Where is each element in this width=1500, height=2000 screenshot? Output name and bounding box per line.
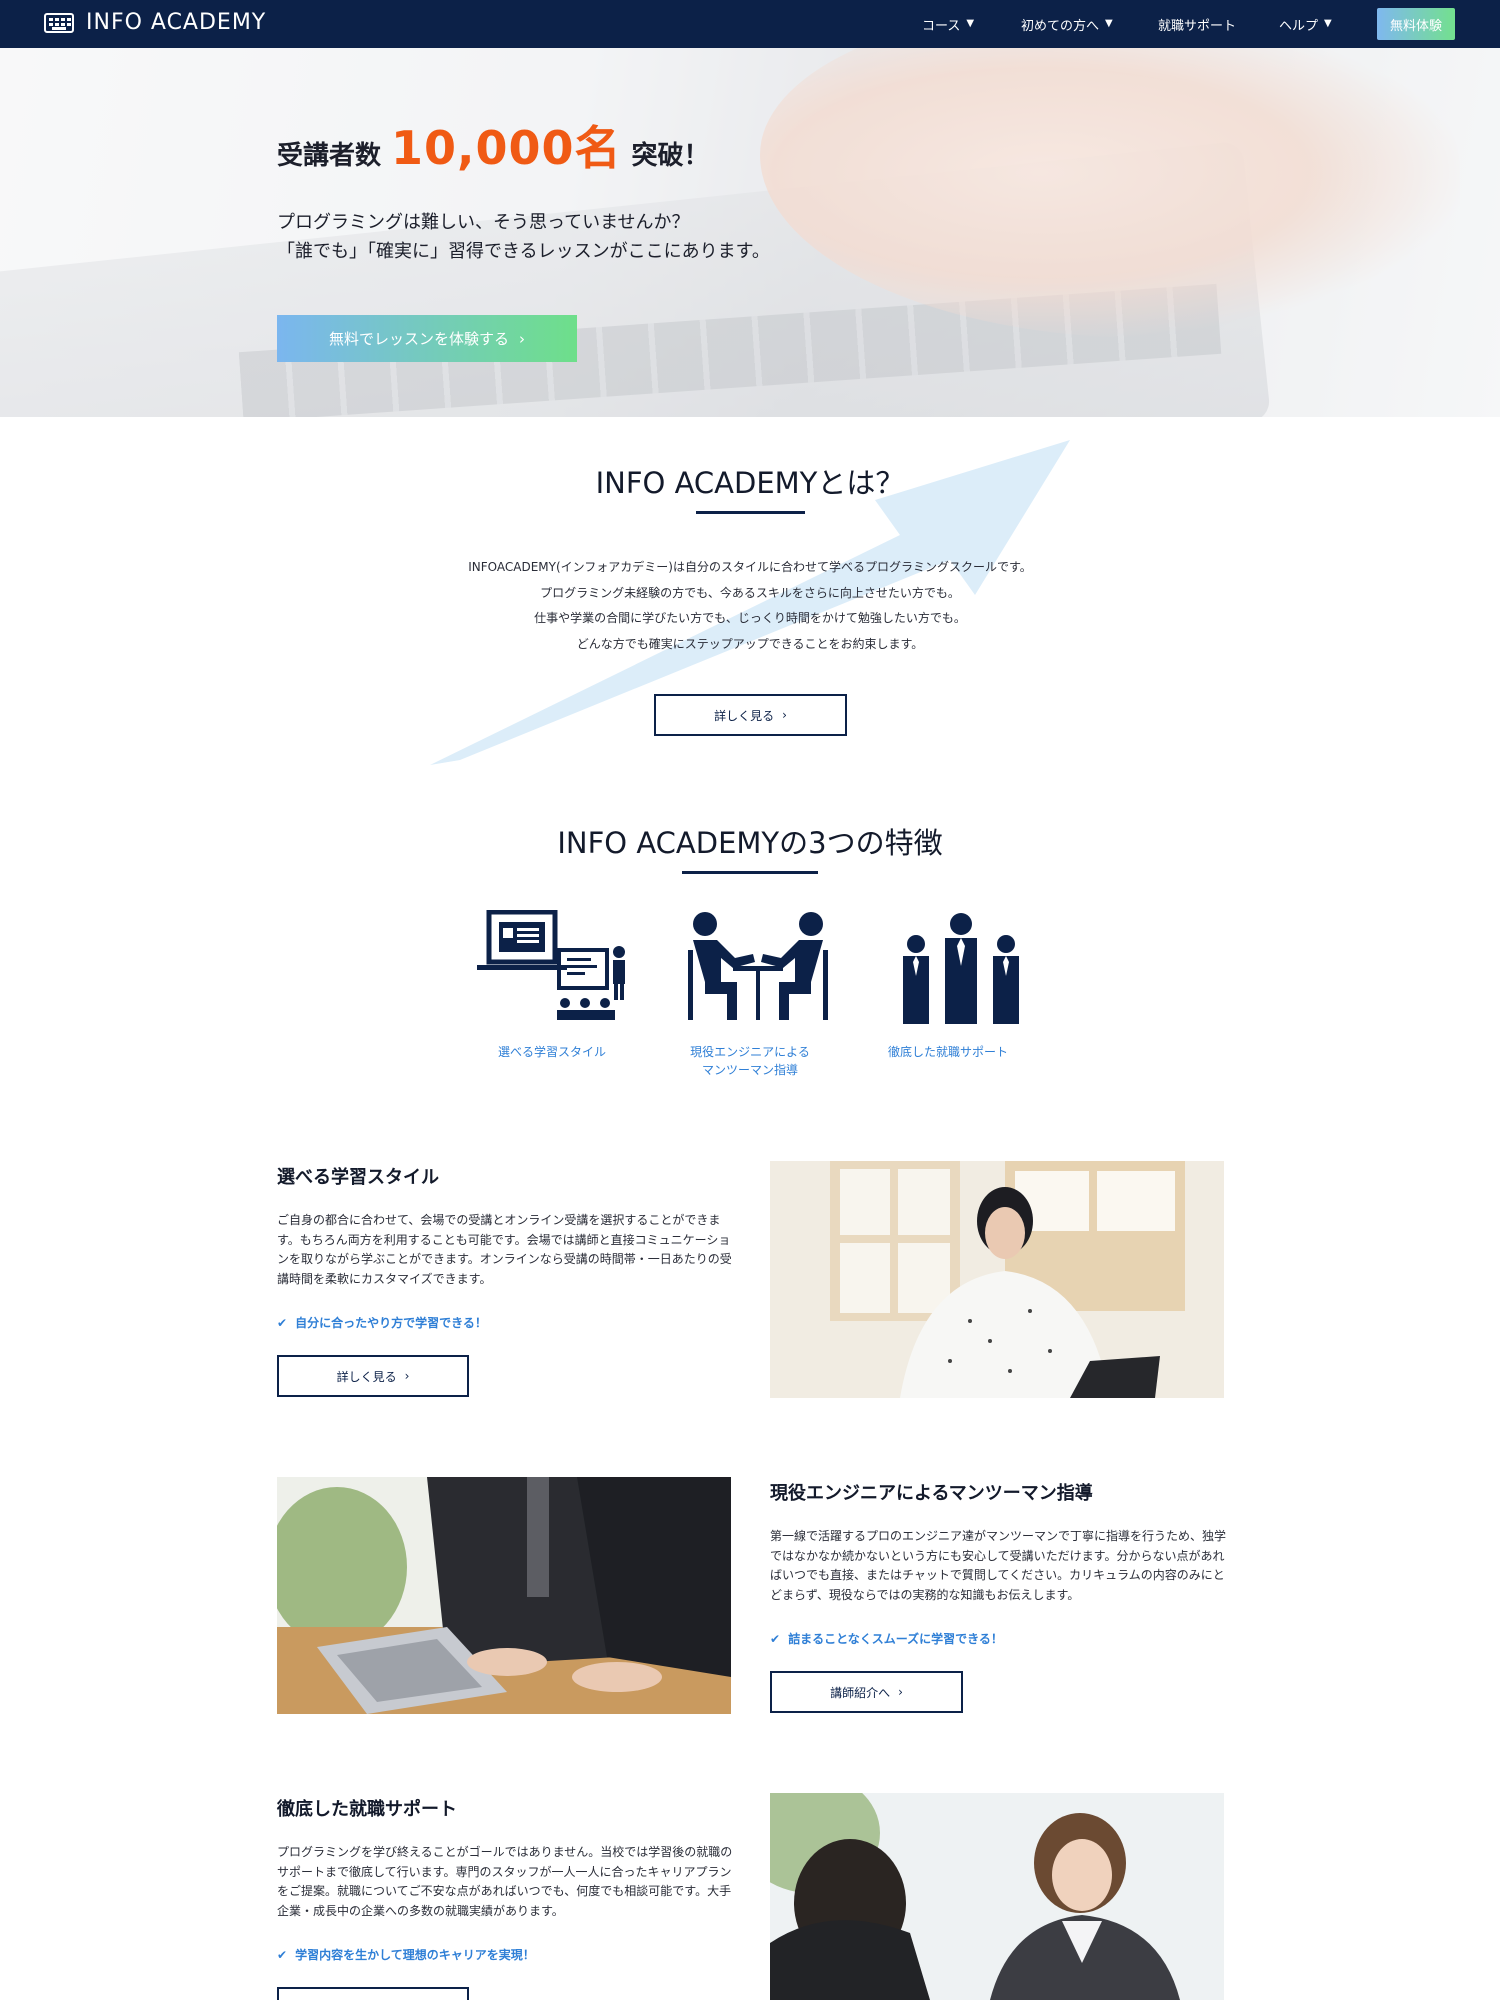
free-lesson-button-label: 無料でレッスンを体験する — [328, 330, 509, 348]
nav-item-courses[interactable]: コース ▼ — [922, 15, 974, 34]
top-navbar: INFO ACADEMY コース ▼ 初めての方へ ▼ 就職サポート ヘルプ ▼… — [0, 0, 1500, 48]
chevron-down-icon: ▼ — [966, 18, 975, 29]
about-line: INFOACADEMY(インフォアカデミー)は自分のスタイルに合わせて学べるプロ… — [468, 560, 1032, 574]
keyboard-icon — [44, 12, 74, 33]
nav-item-label: コース — [922, 19, 961, 34]
about-line: どんな方でも確実にステップアップできることをお約束します。 — [576, 636, 924, 651]
site-logo[interactable]: INFO ACADEMY — [44, 10, 266, 35]
free-trial-button[interactable]: 無料体験 — [1377, 8, 1455, 40]
detail-check-learning-style: ✔ 自分に合ったやり方で学習できる！ — [277, 1314, 487, 1331]
about-title: INFO ACADEMYとは？ — [595, 466, 905, 500]
detail-check-career-support: ✔ 学習内容を生かして理想のキャリアを実現！ — [277, 1946, 535, 1963]
learning-style-more-button[interactable]: 詳しく見る › — [277, 1355, 469, 1397]
chevron-right-icon: › — [898, 1685, 903, 1699]
detail-body-career-support: プログラミングを学び終えることがゴールではありません。当校では学習後の就職のサポ… — [277, 1845, 733, 1918]
feature-career-support[interactable]: 徹底した就職サポート — [858, 910, 1038, 1090]
feature-label: 徹底した就職サポート — [887, 1045, 1008, 1059]
feature-label-line: マンツーマン指導 — [701, 1063, 798, 1077]
about-line: 仕事や学業の合間に学びたい方でも、じっくり時間をかけて勉強したい方でも。 — [534, 611, 966, 625]
nav-item-career-support[interactable]: 就職サポート — [1158, 15, 1236, 34]
about-line: プログラミング未経験の方でも、今あるスキルをさらに向上させたい方でも。 — [540, 585, 960, 600]
check-icon: ✔ — [770, 1631, 781, 1646]
feature-label-line: 現役エンジニアによる — [690, 1045, 810, 1059]
check-icon: ✔ — [277, 1947, 288, 1962]
check-text: 詰まることなくスムーズに学習できる！ — [788, 1632, 1003, 1646]
hero-subtext: プログラミングは難しい、そう思っていませんか？ 「誰でも」「確実に」習得できるレ… — [277, 208, 770, 266]
feature-label: 現役エンジニアによる マンツーマン指導 — [660, 1043, 840, 1079]
detail-title-learning-style: 選べる学習スタイル — [277, 1167, 439, 1188]
instructors-button[interactable]: 講師紹介へ › — [770, 1671, 963, 1713]
hero-subtext-line: プログラミングは難しい、そう思っていませんか？ — [277, 212, 690, 233]
interview-photo — [770, 1793, 1224, 2000]
detail-title-career-support: 徹底した就職サポート — [277, 1799, 457, 1820]
teacher-icon — [477, 909, 625, 1020]
about-description: INFOACADEMY(インフォアカデミー)は自分のスタイルに合わせて学べるプロ… — [0, 555, 1500, 657]
hero-banner: 受講者数 10,000名 突破！ プログラミングは難しい、そう思っていませんか？… — [0, 48, 1500, 417]
features-title-underline — [682, 871, 818, 874]
detail-title-mentoring: 現役エンジニアによるマンツーマン指導 — [770, 1483, 1093, 1504]
chevron-right-icon: › — [782, 708, 787, 722]
career-support-more-button[interactable] — [277, 1987, 469, 2000]
about-more-button-label: 詳しく見る — [714, 708, 775, 723]
about-more-button[interactable]: 詳しく見る › — [654, 694, 847, 736]
detail-body-learning-style: ご自身の都合に合わせて、会場での受講とオンライン受講を選択することができます。も… — [277, 1213, 732, 1286]
hero-headline-prefix: 受講者数 — [277, 141, 382, 171]
chevron-down-icon: ▼ — [1105, 18, 1113, 29]
about-title-underline — [696, 511, 805, 514]
hero-subtext-line: 「誰でも」「確実に」習得できるレッスンがここにあります。 — [277, 241, 770, 262]
site-logo-text: INFO ACADEMY — [86, 10, 267, 35]
nav-item-label: ヘルプ — [1279, 19, 1319, 34]
features-title: INFO ACADEMYの3つの特徴 — [557, 826, 943, 860]
business-laptop-photo — [277, 1477, 731, 1714]
check-text: 学習内容を生かして理想のキャリアを実現！ — [295, 1948, 535, 1962]
mentoring-icon — [687, 912, 828, 1020]
check-text: 自分に合ったやり方で学習できる！ — [295, 1316, 487, 1330]
nav-item-help[interactable]: ヘルプ ▼ — [1279, 15, 1332, 34]
nav-item-label: 就職サポート — [1158, 19, 1237, 34]
nav-item-label: 初めての方へ — [1021, 19, 1100, 34]
button-label: 講師紹介へ — [830, 1685, 891, 1700]
feature-learning-style[interactable]: 選べる学習スタイル — [462, 909, 642, 1090]
check-icon: ✔ — [277, 1315, 288, 1330]
chevron-right-icon: › — [519, 329, 525, 348]
feature-label: 選べる学習スタイル — [497, 1045, 606, 1059]
detail-check-mentoring: ✔ 詰まることなくスムーズに学習できる！ — [770, 1630, 1003, 1647]
chevron-right-icon: › — [404, 1369, 410, 1383]
hero-headline: 受講者数 10,000名 突破！ — [277, 112, 710, 178]
chevron-down-icon: ▼ — [1324, 18, 1332, 29]
free-lesson-button[interactable]: 無料でレッスンを体験する › — [277, 315, 577, 362]
button-label: 詳しく見る — [336, 1369, 397, 1384]
student-laptop-photo — [770, 1161, 1224, 1398]
hero-headline-suffix: 突破！ — [631, 141, 710, 171]
business-team-icon — [902, 913, 1019, 1024]
detail-body-mentoring: 第一線で活躍するプロのエンジニア達がマンツーマンで丁寧に指導を行うため、独学では… — [770, 1529, 1227, 1602]
hero-student-count: 10,000名 — [391, 121, 622, 175]
feature-mentoring[interactable]: 現役エンジニアによる マンツーマン指導 — [660, 910, 840, 1090]
nav-item-beginners[interactable]: 初めての方へ ▼ — [1021, 15, 1113, 34]
